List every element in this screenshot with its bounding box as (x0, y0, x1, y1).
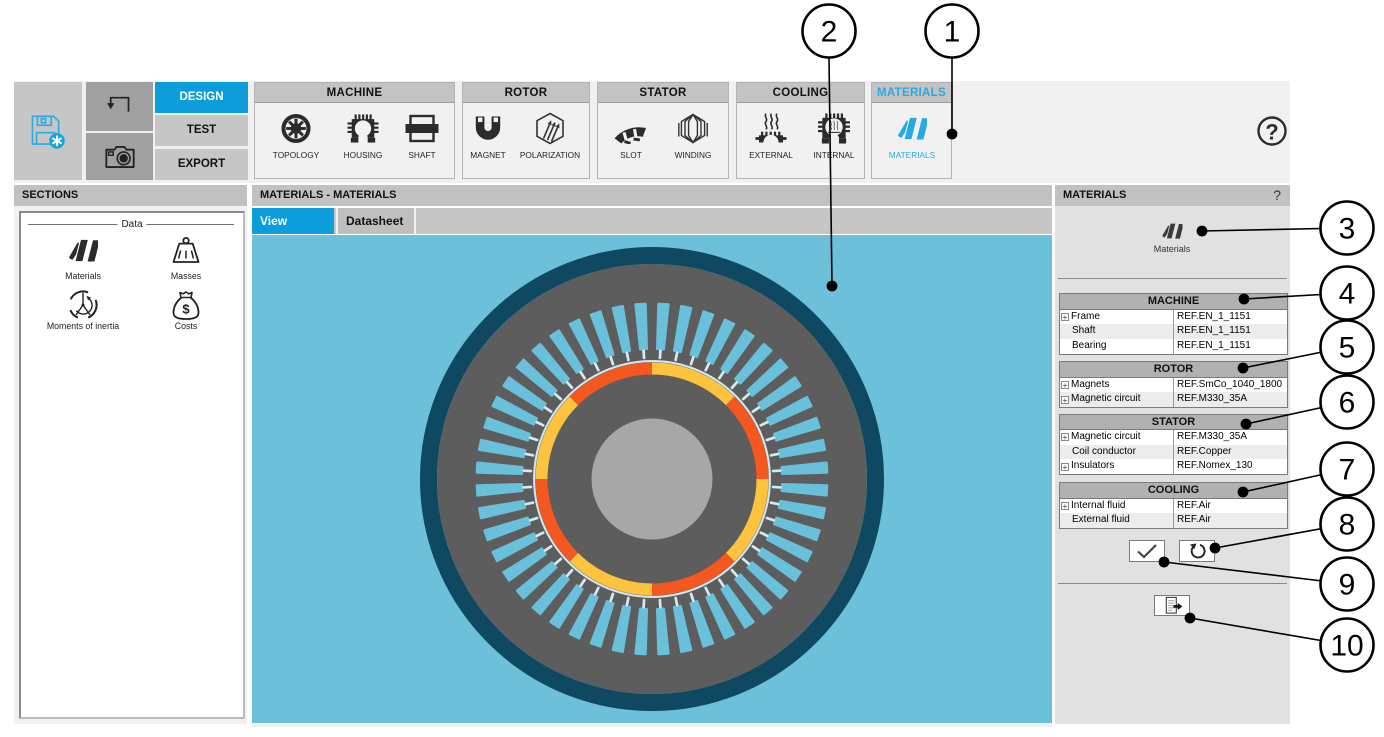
svg-text:10: 10 (1330, 630, 1363, 663)
svg-text:1: 1 (944, 16, 961, 49)
svg-text:9: 9 (1339, 569, 1356, 602)
svg-text:8: 8 (1339, 509, 1356, 542)
svg-text:2: 2 (821, 16, 838, 49)
svg-text:4: 4 (1339, 278, 1356, 311)
svg-text:7: 7 (1339, 454, 1356, 487)
svg-text:3: 3 (1339, 213, 1356, 246)
svg-text:5: 5 (1339, 332, 1356, 365)
svg-text:6: 6 (1339, 387, 1356, 420)
